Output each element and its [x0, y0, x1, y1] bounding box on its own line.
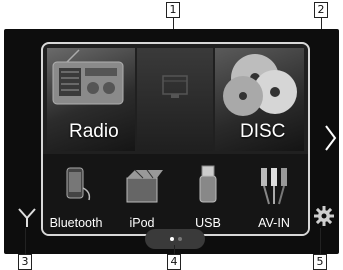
- phone-icon: [66, 167, 91, 201]
- callout-5: 5: [313, 254, 327, 270]
- source-bluetooth[interactable]: Bluetooth: [43, 154, 109, 234]
- blank-source-tile[interactable]: [137, 48, 213, 151]
- source-selection-area: Radio DISC Bluetooth iPod USB AV-IN: [41, 42, 310, 236]
- av-cable-icon: [261, 168, 287, 205]
- gear-icon[interactable]: [313, 205, 335, 227]
- ipod-icon: [126, 169, 163, 203]
- source-av-in[interactable]: AV-IN: [241, 154, 307, 234]
- source-label: iPod: [129, 216, 155, 230]
- callout-2: 2: [314, 2, 328, 18]
- page-indicator[interactable]: [145, 229, 205, 249]
- callout-3: 3: [18, 254, 32, 270]
- callout-4: 4: [167, 254, 181, 270]
- source-usb[interactable]: USB: [175, 154, 241, 234]
- head-unit-screen: Radio DISC Bluetooth iPod USB AV-IN: [4, 29, 339, 254]
- home-fork-icon[interactable]: [16, 206, 38, 228]
- radio-tile[interactable]: Radio: [47, 48, 135, 151]
- page-dot-inactive: [178, 237, 182, 241]
- callout-4-leader: [174, 245, 175, 254]
- page-dot-active: [170, 237, 174, 241]
- disc-tile[interactable]: DISC: [215, 48, 304, 151]
- source-label: Bluetooth: [49, 216, 103, 230]
- source-ipod[interactable]: iPod: [109, 154, 175, 234]
- window-icon: [162, 75, 188, 98]
- source-row: Bluetooth iPod USB AV-IN: [43, 154, 308, 234]
- radio-label: Radio: [69, 121, 119, 142]
- chevron-right-icon[interactable]: [323, 124, 337, 152]
- source-label: AV-IN: [258, 216, 290, 230]
- disc-label: DISC: [240, 121, 286, 142]
- callout-5-leader: [320, 228, 321, 254]
- callout-3-leader: [25, 228, 26, 254]
- usb-icon: [199, 165, 217, 203]
- source-label: USB: [195, 216, 221, 230]
- callout-1: 1: [166, 2, 180, 18]
